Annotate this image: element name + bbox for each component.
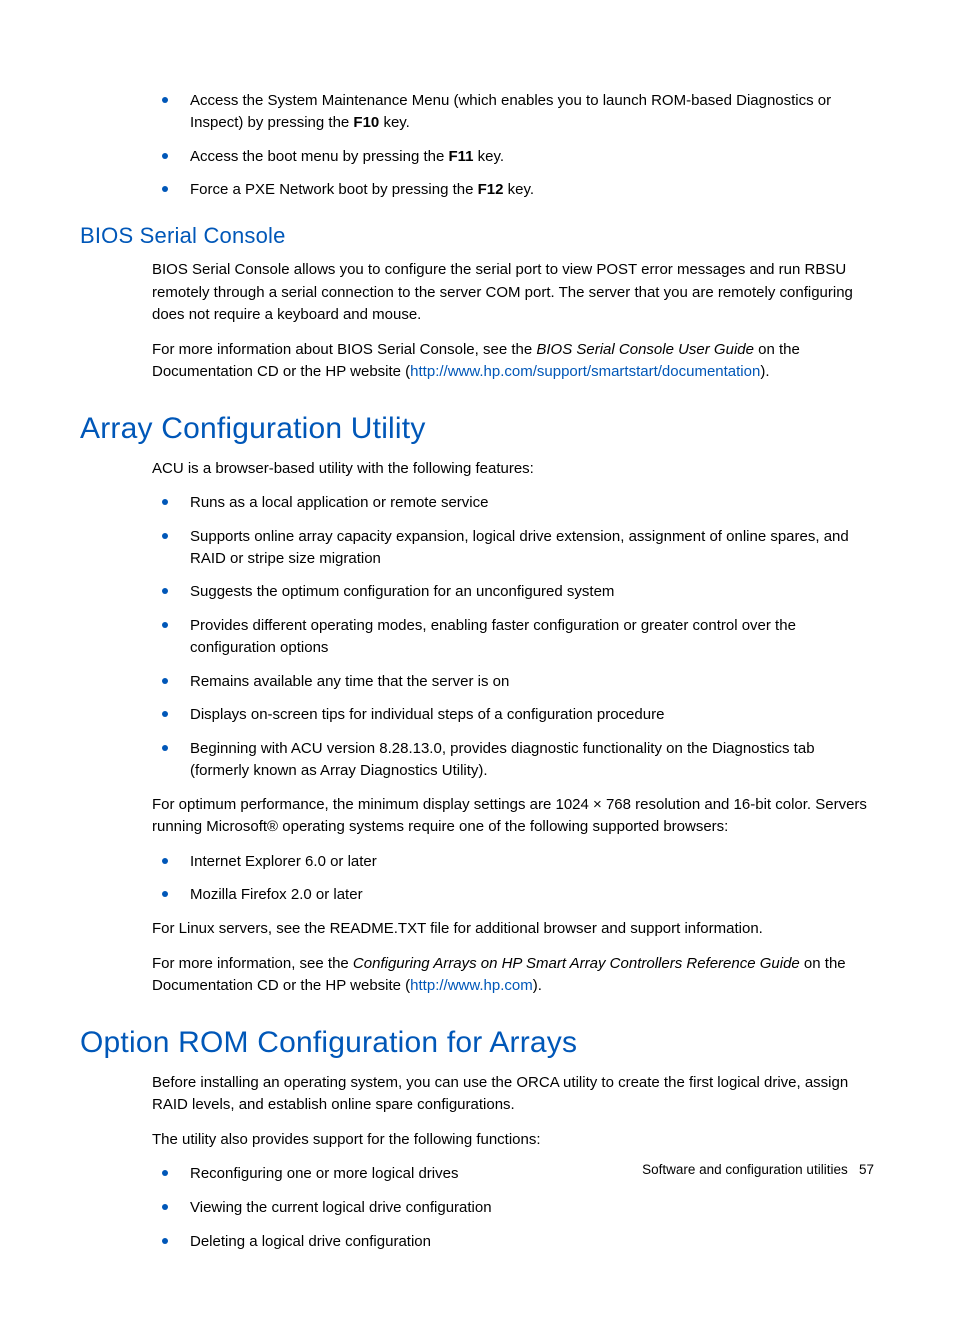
list-item-text-post: key. bbox=[474, 148, 505, 165]
list-item: Suggests the optimum configuration for a… bbox=[152, 581, 874, 603]
page-body: Access the System Maintenance Menu (whic… bbox=[0, 0, 954, 1324]
list-item: Access the boot menu by pressing the F11… bbox=[152, 146, 874, 168]
heading-bios-serial-console: BIOS Serial Console bbox=[80, 223, 874, 249]
list-item: Force a PXE Network boot by pressing the… bbox=[152, 179, 874, 201]
footer-page-number: 57 bbox=[859, 1162, 874, 1177]
body-paragraph: For more information, see the Configurin… bbox=[152, 953, 874, 998]
key-name: F10 bbox=[353, 114, 379, 131]
list-item: Internet Explorer 6.0 or later bbox=[152, 851, 874, 873]
acu-feature-list: Runs as a local application or remote se… bbox=[152, 492, 874, 782]
page-footer: Software and configuration utilities 57 bbox=[642, 1162, 874, 1177]
list-item-text-pre: Access the boot menu by pressing the bbox=[190, 148, 448, 165]
key-name: F12 bbox=[478, 181, 504, 198]
acu-content: ACU is a browser-based utility with the … bbox=[152, 458, 874, 998]
list-item: Access the System Maintenance Menu (whic… bbox=[152, 90, 874, 134]
list-item: Runs as a local application or remote se… bbox=[152, 492, 874, 514]
list-item: Beginning with ACU version 8.28.13.0, pr… bbox=[152, 738, 874, 782]
list-item: Deleting a logical drive configuration bbox=[152, 1231, 874, 1253]
list-item-text-pre: Access the System Maintenance Menu (whic… bbox=[190, 92, 831, 131]
list-item: Provides different operating modes, enab… bbox=[152, 615, 874, 659]
acu-browser-list: Internet Explorer 6.0 or later Mozilla F… bbox=[152, 851, 874, 907]
text-fragment: ). bbox=[760, 363, 769, 380]
list-item: Supports online array capacity expansion… bbox=[152, 526, 874, 570]
list-item: Displays on-screen tips for individual s… bbox=[152, 704, 874, 726]
body-paragraph: For Linux servers, see the README.TXT fi… bbox=[152, 918, 874, 941]
body-paragraph: For more information about BIOS Serial C… bbox=[152, 339, 874, 384]
body-paragraph: For optimum performance, the minimum dis… bbox=[152, 794, 874, 839]
intro-bullet-list: Access the System Maintenance Menu (whic… bbox=[152, 90, 874, 201]
text-fragment: ). bbox=[533, 977, 542, 994]
bios-content: BIOS Serial Console allows you to config… bbox=[152, 259, 874, 384]
list-item-text-pre: Force a PXE Network boot by pressing the bbox=[190, 181, 478, 198]
footer-section-title: Software and configuration utilities bbox=[642, 1162, 848, 1177]
body-paragraph: ACU is a browser-based utility with the … bbox=[152, 458, 874, 481]
body-paragraph: Before installing an operating system, y… bbox=[152, 1072, 874, 1117]
link-hp-smartstart-docs[interactable]: http://www.hp.com/support/smartstart/doc… bbox=[410, 363, 760, 380]
heading-option-rom-configuration: Option ROM Configuration for Arrays bbox=[80, 1026, 874, 1060]
link-hp-website[interactable]: http://www.hp.com bbox=[410, 977, 533, 994]
list-item: Viewing the current logical drive config… bbox=[152, 1197, 874, 1219]
key-name: F11 bbox=[448, 148, 473, 165]
intro-bullets-block: Access the System Maintenance Menu (whic… bbox=[152, 90, 874, 201]
text-fragment: For more information about BIOS Serial C… bbox=[152, 341, 536, 358]
body-paragraph: BIOS Serial Console allows you to config… bbox=[152, 259, 874, 327]
doc-title-italic: BIOS Serial Console User Guide bbox=[536, 341, 754, 358]
doc-title-italic: Configuring Arrays on HP Smart Array Con… bbox=[353, 955, 800, 972]
heading-array-configuration-utility: Array Configuration Utility bbox=[80, 412, 874, 446]
list-item: Mozilla Firefox 2.0 or later bbox=[152, 884, 874, 906]
body-paragraph: The utility also provides support for th… bbox=[152, 1129, 874, 1152]
list-item: Remains available any time that the serv… bbox=[152, 671, 874, 693]
text-fragment: For more information, see the bbox=[152, 955, 353, 972]
list-item-text-post: key. bbox=[504, 181, 535, 198]
list-item-text-post: key. bbox=[379, 114, 410, 131]
